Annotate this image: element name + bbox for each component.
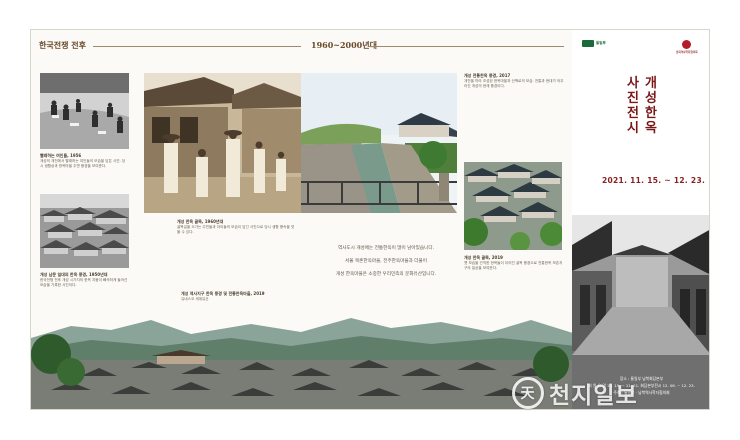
caption-south-gate-title: 개성 남문 일대의 한옥 풍경, 1950년대 (40, 272, 108, 277)
photo-hanok-street-1960s (144, 73, 301, 213)
photo-south-gate-aerial (40, 194, 129, 268)
center-statement-line-1: 역사도시 개성에는 전통한옥이 많이 남아있습니다. (337, 246, 435, 251)
photo-laundry-1956 (40, 73, 129, 149)
caption-stream-hanok-body: 개천을 따라 조성된 한옥마을과 산책로의 모습. 전통과 현대가 어우러진 개… (464, 79, 564, 88)
caption-hanok-alley-title: 개성 한옥 골목, 2019 (464, 255, 503, 260)
caption-hanok-street: 개성 한옥 골목, 1960년대 골목길을 오가는 주민들과 아이들의 모습이 … (177, 219, 297, 235)
caption-south-gate: 개성 남문 일대의 한옥 풍경, 1950년대 한국전쟁 전후 개성 시가지의 … (40, 272, 128, 288)
cover-title-right: 개성한옥 (645, 76, 657, 136)
cover-title-left: 사진전시 (627, 76, 639, 136)
logo-unification-ministry-text: 통일부 (596, 41, 606, 45)
logo-historians-council: 남북역사학자협의회 (676, 40, 697, 54)
caption-stream-hanok-title: 개성 전통한옥 풍경, 2017 (464, 73, 511, 78)
exhibition-brochure: 한국전쟁 전후 1960~2000년대 빨래하는 여인들, 1956 개성의 개… (30, 29, 710, 410)
caption-historic-district-title: 개성 역사지구 한옥 풍경 및 전통한옥마을, 2019 (181, 291, 265, 296)
center-statement: 역사도시 개성에는 전통한옥이 많이 남아있습니다. 서울 북촌한옥마을, 전주… (301, 242, 471, 281)
caption-hanok-alley-body: 옛 모습을 간직한 한옥들이 이어진 골목 풍경으로 전통한옥 보존지구의 일상… (464, 261, 563, 270)
section-divider-wartime (93, 46, 301, 47)
newspaper-watermark-text: 천지일보 (549, 383, 638, 409)
caption-hanok-street-title: 개성 한옥 골목, 1960년대 (177, 219, 224, 224)
center-statement-line-3: 개성 한옥마을은 소중한 우리민족의 문화유산입니다. (335, 272, 437, 277)
caption-historic-district-body: 유네스코 세계유산 (181, 297, 209, 301)
caption-historic-district: 개성 역사지구 한옥 풍경 및 전통한옥마을, 2019 유네스코 세계유산 (181, 291, 291, 302)
logo-unification-ministry: 통일부 (582, 40, 606, 47)
center-statement-line-2: 서울 북촌한옥마을, 전주한옥마을과 더불어 (345, 259, 427, 264)
newspaper-logo-letter: 天 (520, 386, 536, 402)
newspaper-logo-icon: 天 (512, 377, 544, 409)
section-title-modern: 1960~2000년대 (311, 40, 377, 50)
photo-stream-hanok (301, 73, 457, 213)
caption-laundry: 빨래하는 여인들, 1956 개성의 개천에서 빨래하는 여인들의 모습을 담은… (40, 153, 128, 169)
poster-cover: 통일부 남북역사학자협의회 개성한옥 사진전시 2021. 11. 15. ~ … (572, 30, 709, 409)
caption-laundry-title: 빨래하는 여인들, 1956 (40, 153, 82, 158)
exhibition-date: 2021. 11. 15. ~ 12. 23. (602, 176, 706, 185)
logo-historians-council-text: 남북역사학자협의회 (676, 51, 698, 54)
caption-stream-hanok: 개성 전통한옥 풍경, 2017 개천을 따라 조성된 한옥마을과 산책로의 모… (464, 73, 564, 89)
caption-laundry-body: 개성의 개천에서 빨래하는 여인들의 모습을 담은 사진. 당시 생활상과 한옥… (40, 159, 126, 168)
caption-south-gate-body: 한국전쟁 전후 개성 시가지의 한옥 지붕이 빼곡하게 들어선 모습을 기록한 … (40, 278, 128, 287)
caption-hanok-street-body: 골목길을 오가는 주민들과 아이들의 모습이 담긴 사진으로 당시 생활 풍속을… (177, 225, 295, 234)
historians-council-logo-icon (682, 40, 692, 49)
section-divider-modern (369, 46, 564, 47)
section-title-wartime: 한국전쟁 전후 (39, 40, 86, 50)
ministry-logo-icon (582, 40, 594, 47)
caption-hanok-alley: 개성 한옥 골목, 2019 옛 모습을 간직한 한옥들이 이어진 골목 풍경으… (464, 255, 564, 271)
newspaper-watermark: 天 천지일보 (512, 376, 638, 410)
photo-hanok-alley-2019 (464, 162, 562, 250)
